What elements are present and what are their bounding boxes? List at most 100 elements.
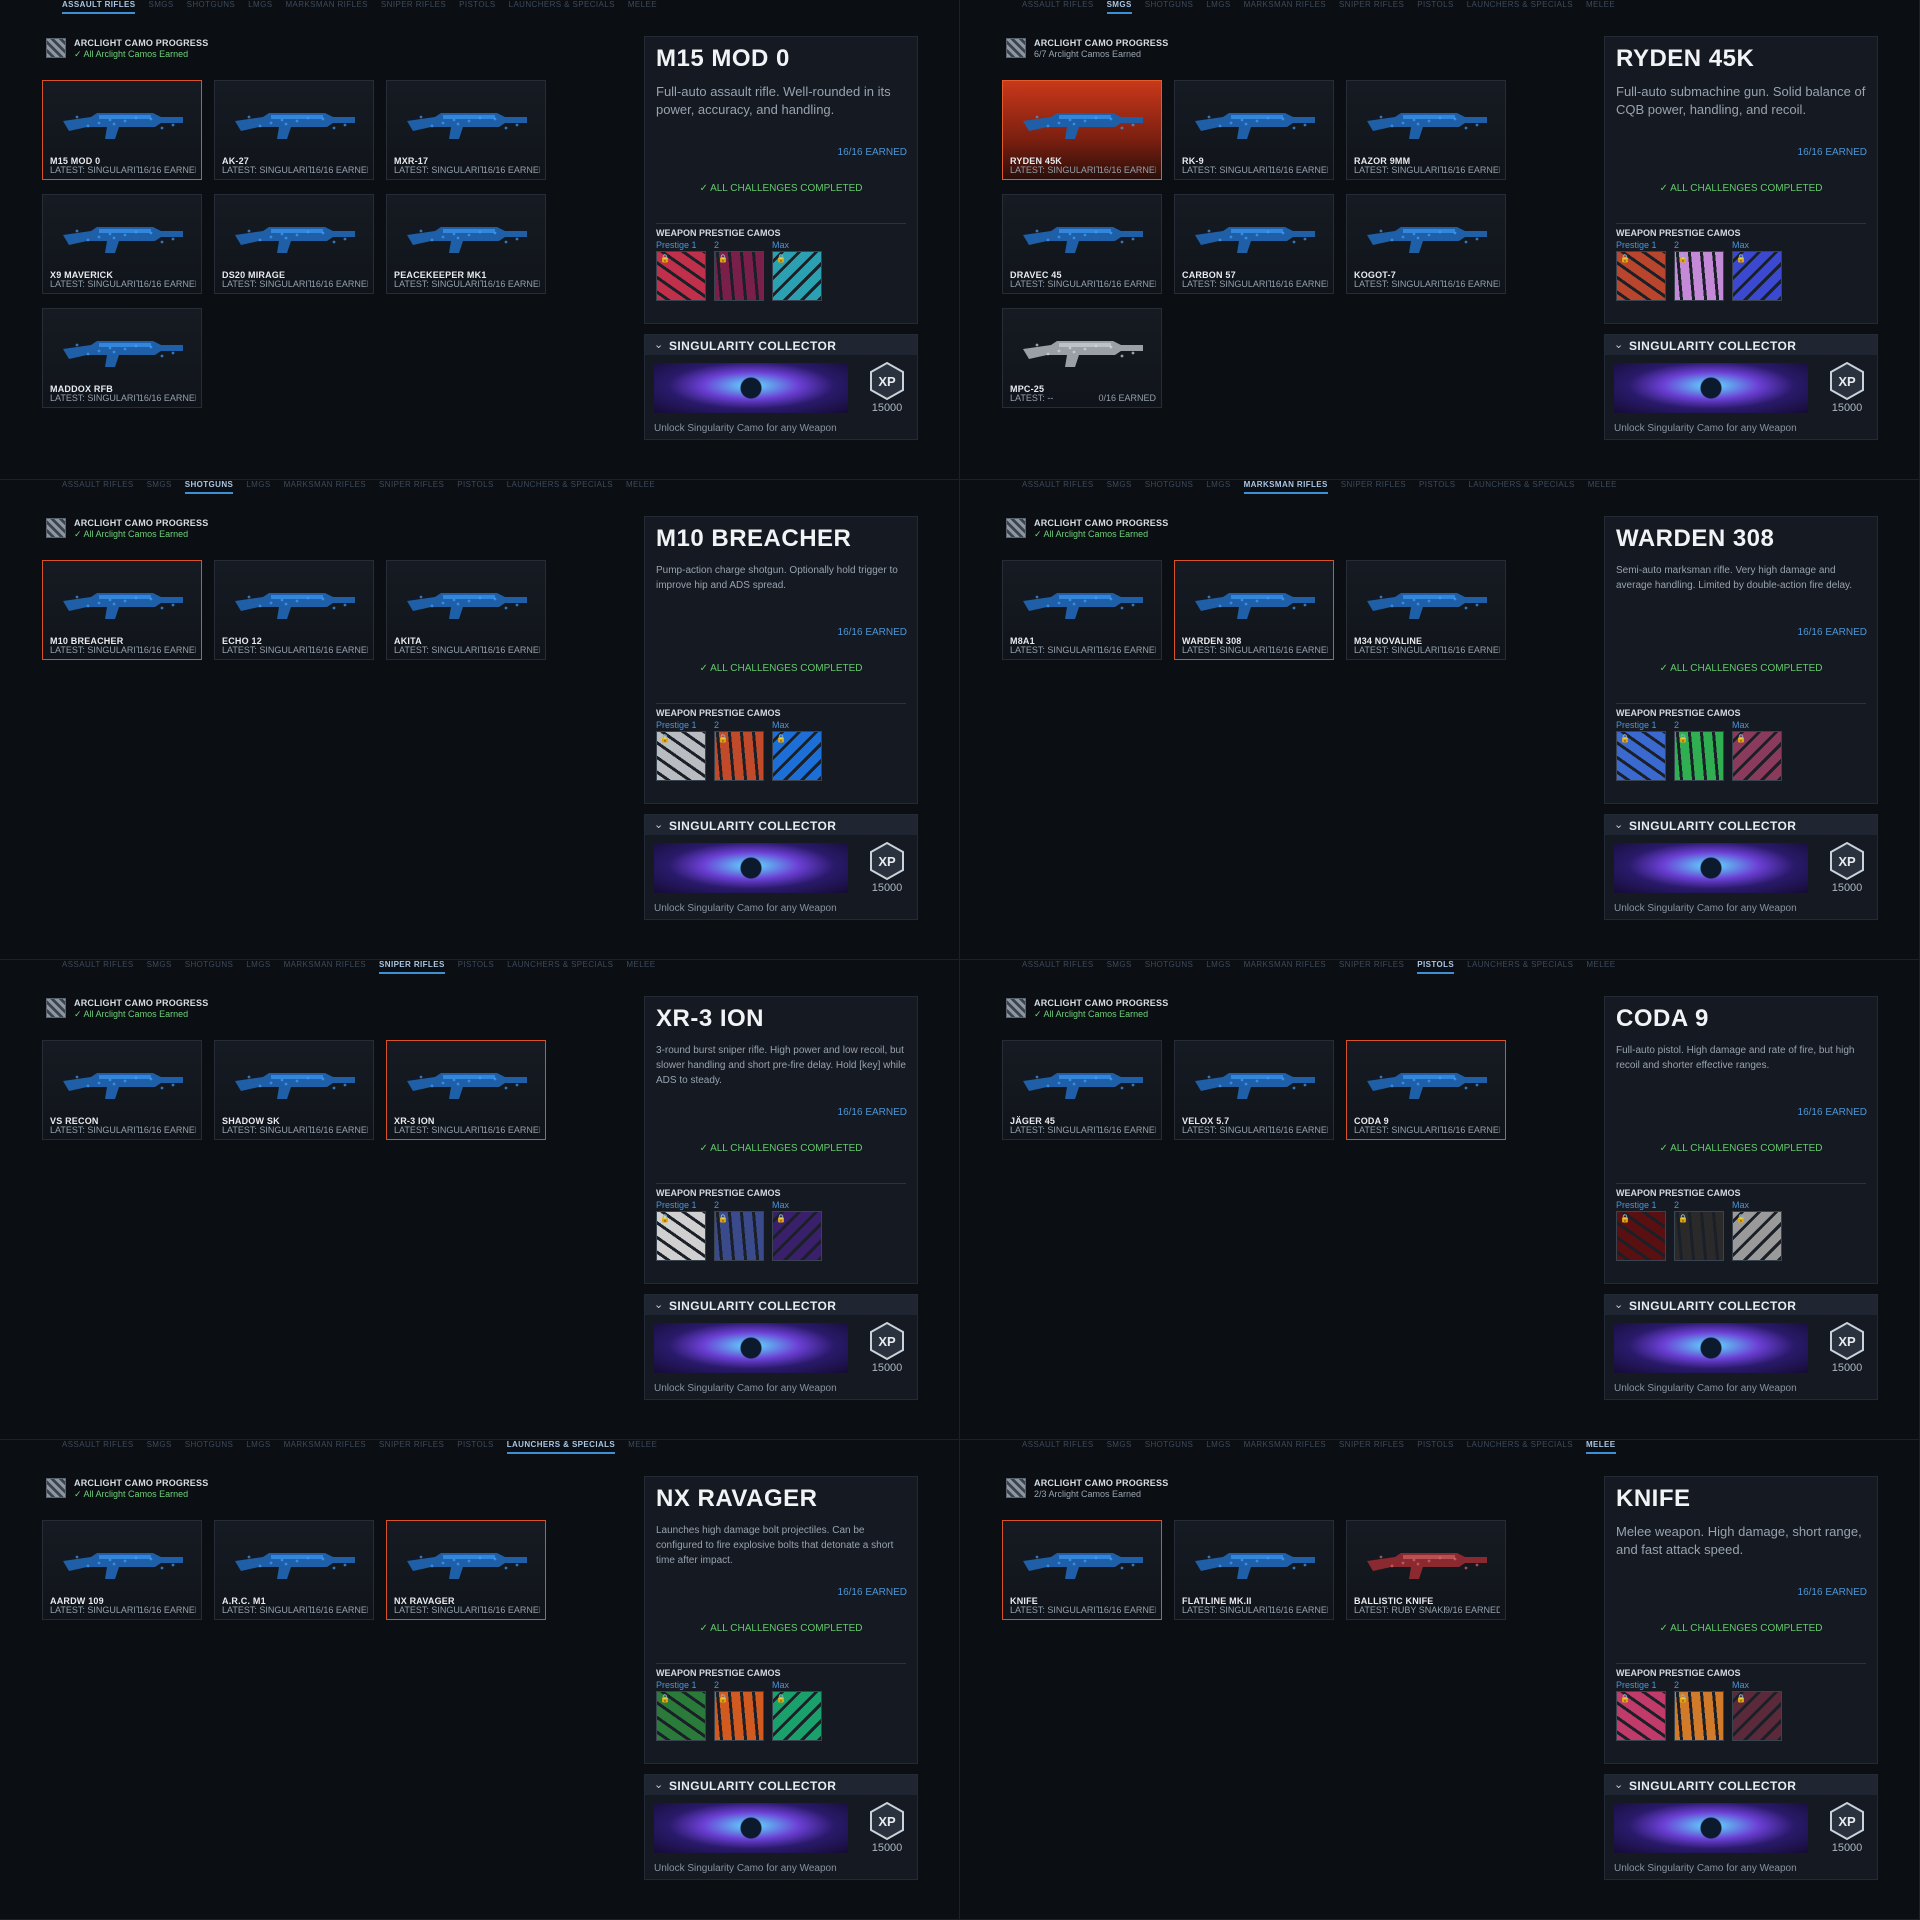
tab-lmgs[interactable]: LMGS: [246, 960, 270, 974]
tab-sniper-rifles[interactable]: SNIPER RIFLES: [1339, 0, 1404, 14]
prestige-camo-swatch[interactable]: 🔒: [772, 1691, 822, 1741]
weapon-card[interactable]: VS RECON LATEST: SINGULARITY 16/16 EARNED: [42, 1040, 202, 1140]
tab-melee[interactable]: MELEE: [628, 1440, 657, 1454]
tab-lmgs[interactable]: LMGS: [246, 1440, 270, 1454]
tab-shotguns[interactable]: SHOTGUNS: [187, 0, 236, 14]
tab-melee[interactable]: MELEE: [1588, 480, 1617, 494]
weapon-card[interactable]: M10 BREACHER LATEST: SINGULARITY 16/16 EAR…: [42, 560, 202, 660]
weapon-card[interactable]: CODA 9 LATEST: SINGULARITY 16/16 EARNED: [1346, 1040, 1506, 1140]
tab-marksman-rifles[interactable]: MARKSMAN RIFLES: [284, 1440, 366, 1454]
singularity-collector-card[interactable]: ⌄ SINGULARITY COLLECTOR XP 15000 Unlock Sing…: [1604, 334, 1878, 440]
tab-sniper-rifles[interactable]: SNIPER RIFLES: [1339, 960, 1404, 974]
weapon-card[interactable]: MXR-17 LATEST: SINGULARITY 16/16 EARNED: [386, 80, 546, 180]
weapon-card[interactable]: AKITA LATEST: SINGULARITY 16/16 EARNED: [386, 560, 546, 660]
prestige-camo-swatch[interactable]: 🔒: [1616, 251, 1666, 301]
weapon-card[interactable]: DRAVEC 45 LATEST: SINGULARITY 16/16 EARNED: [1002, 194, 1162, 294]
tab-marksman-rifles[interactable]: MARKSMAN RIFLES: [1243, 480, 1328, 494]
weapon-card[interactable]: X9 MAVERICK LATEST: SINGULARITY 16/16 EARN…: [42, 194, 202, 294]
tab-pistols[interactable]: PISTOLS: [458, 960, 494, 974]
singularity-collector-card[interactable]: ⌄ SINGULARITY COLLECTOR XP 15000 Unlock Sing…: [1604, 814, 1878, 920]
tab-assault-rifles[interactable]: ASSAULT RIFLES: [1022, 960, 1094, 974]
weapon-card[interactable]: ECHO 12 LATEST: SINGULARITY 16/16 EARNED: [214, 560, 374, 660]
prestige-camo-swatch[interactable]: 🔒: [656, 1691, 706, 1741]
weapon-card[interactable]: DS20 MIRAGE LATEST: SINGULARITY 16/16 EARN…: [214, 194, 374, 294]
tab-assault-rifles[interactable]: ASSAULT RIFLES: [1022, 480, 1094, 494]
tab-pistols[interactable]: PISTOLS: [457, 1440, 493, 1454]
weapon-card[interactable]: JÄGER 45 LATEST: SINGULARITY 16/16 EARNED: [1002, 1040, 1162, 1140]
tab-shotguns[interactable]: SHOTGUNS: [185, 960, 234, 974]
tab-launchers-specials[interactable]: LAUNCHERS & SPECIALS: [507, 960, 613, 974]
tab-assault-rifles[interactable]: ASSAULT RIFLES: [62, 480, 134, 494]
tab-launchers-specials[interactable]: LAUNCHERS & SPECIALS: [507, 480, 613, 494]
weapon-card[interactable]: NX RAVAGER LATEST: SINGULARITY 16/16 EARNE…: [386, 1520, 546, 1620]
weapon-card[interactable]: FLATLINE MK.II LATEST: SINGULARITY 16/16 E…: [1174, 1520, 1334, 1620]
singularity-collector-card[interactable]: ⌄ SINGULARITY COLLECTOR XP 15000 Unlock Sing…: [1604, 1294, 1878, 1400]
tab-melee[interactable]: MELEE: [628, 0, 657, 14]
weapon-card[interactable]: RK-9 LATEST: SINGULARITY 16/16 EARNED: [1174, 80, 1334, 180]
tab-launchers-specials[interactable]: LAUNCHERS & SPECIALS: [1467, 0, 1573, 14]
tab-pistols[interactable]: PISTOLS: [459, 0, 495, 14]
chevron-down-icon[interactable]: ⌄: [654, 338, 663, 351]
weapon-card[interactable]: RAZOR 9MM LATEST: SINGULARITY 16/16 EARNED: [1346, 80, 1506, 180]
weapon-card[interactable]: CARBON 57 LATEST: SINGULARITY 16/16 EARNED: [1174, 194, 1334, 294]
chevron-down-icon[interactable]: ⌄: [654, 1778, 663, 1791]
weapon-card[interactable]: RYDEN 45K LATEST: SINGULARITY 16/16 EARNED: [1002, 80, 1162, 180]
tab-lmgs[interactable]: LMGS: [1206, 960, 1230, 974]
tab-assault-rifles[interactable]: ASSAULT RIFLES: [1022, 0, 1094, 14]
prestige-camo-swatch[interactable]: 🔒: [656, 731, 706, 781]
prestige-camo-swatch[interactable]: 🔒: [772, 251, 822, 301]
tab-smgs[interactable]: SMGS: [147, 960, 172, 974]
chevron-down-icon[interactable]: ⌄: [654, 818, 663, 831]
tab-melee[interactable]: MELEE: [626, 480, 655, 494]
tab-melee[interactable]: MELEE: [1585, 1440, 1616, 1454]
singularity-collector-card[interactable]: ⌄ SINGULARITY COLLECTOR XP 15000 Unlock Sing…: [1604, 1774, 1878, 1880]
tab-launchers-specials[interactable]: LAUNCHERS & SPECIALS: [506, 1440, 616, 1454]
tab-marksman-rifles[interactable]: MARKSMAN RIFLES: [1244, 960, 1326, 974]
singularity-collector-card[interactable]: ⌄ SINGULARITY COLLECTOR XP 15000 Unlock Sing…: [644, 1774, 918, 1880]
weapon-card[interactable]: PEACEKEEPER MK1 LATEST: SINGULARITY 16/16 …: [386, 194, 546, 294]
singularity-collector-card[interactable]: ⌄ SINGULARITY COLLECTOR XP 15000 Unlock Sing…: [644, 334, 918, 440]
tab-pistols[interactable]: PISTOLS: [1419, 480, 1455, 494]
chevron-down-icon[interactable]: ⌄: [1614, 818, 1623, 831]
weapon-card[interactable]: SHADOW SK LATEST: SINGULARITY 16/16 EARNED: [214, 1040, 374, 1140]
prestige-camo-swatch[interactable]: 🔒: [1674, 251, 1724, 301]
tab-launchers-specials[interactable]: LAUNCHERS & SPECIALS: [1467, 960, 1573, 974]
weapon-card[interactable]: BALLISTIC KNIFE LATEST: RUBY SNAKE 9/16 EA…: [1346, 1520, 1506, 1620]
weapon-card[interactable]: VELOX 5.7 LATEST: SINGULARITY 16/16 EARNED: [1174, 1040, 1334, 1140]
tab-sniper-rifles[interactable]: SNIPER RIFLES: [379, 1440, 444, 1454]
tab-assault-rifles[interactable]: ASSAULT RIFLES: [62, 1440, 134, 1454]
tab-pistols[interactable]: PISTOLS: [1417, 0, 1453, 14]
prestige-camo-swatch[interactable]: 🔒: [1616, 1211, 1666, 1261]
tab-marksman-rifles[interactable]: MARKSMAN RIFLES: [1244, 0, 1326, 14]
prestige-camo-swatch[interactable]: 🔒: [714, 1211, 764, 1261]
tab-lmgs[interactable]: LMGS: [1206, 0, 1230, 14]
prestige-camo-swatch[interactable]: 🔒: [1732, 731, 1782, 781]
weapon-card[interactable]: M15 MOD 0 LATEST: SINGULARITY 16/16 EARNED: [42, 80, 202, 180]
tab-pistols[interactable]: PISTOLS: [1417, 1440, 1453, 1454]
chevron-down-icon[interactable]: ⌄: [1614, 1778, 1623, 1791]
tab-sniper-rifles[interactable]: SNIPER RIFLES: [381, 0, 446, 14]
prestige-camo-swatch[interactable]: 🔒: [1732, 1211, 1782, 1261]
weapon-card[interactable]: MADDOX RFB LATEST: SINGULARITY 16/16 EARNE…: [42, 308, 202, 408]
tab-smgs[interactable]: SMGS: [147, 1440, 172, 1454]
tab-lmgs[interactable]: LMGS: [1206, 1440, 1230, 1454]
prestige-camo-swatch[interactable]: 🔒: [1616, 1691, 1666, 1741]
chevron-down-icon[interactable]: ⌄: [1614, 1298, 1623, 1311]
tab-pistols[interactable]: PISTOLS: [457, 480, 493, 494]
tab-launchers-specials[interactable]: LAUNCHERS & SPECIALS: [1468, 480, 1574, 494]
tab-lmgs[interactable]: LMGS: [1206, 480, 1230, 494]
tab-smgs[interactable]: SMGS: [148, 0, 173, 14]
tab-shotguns[interactable]: SHOTGUNS: [1145, 480, 1194, 494]
chevron-down-icon[interactable]: ⌄: [654, 1298, 663, 1311]
tab-melee[interactable]: MELEE: [1586, 960, 1615, 974]
weapon-card[interactable]: KNIFE LATEST: SINGULARITY 16/16 EARNED: [1002, 1520, 1162, 1620]
tab-assault-rifles[interactable]: ASSAULT RIFLES: [62, 0, 136, 14]
weapon-card[interactable]: WARDEN 308 LATEST: SINGULARITY 16/16 EARNE…: [1174, 560, 1334, 660]
prestige-camo-swatch[interactable]: 🔒: [772, 1211, 822, 1261]
tab-pistols[interactable]: PISTOLS: [1417, 960, 1455, 974]
prestige-camo-swatch[interactable]: 🔒: [1674, 1691, 1724, 1741]
tab-marksman-rifles[interactable]: MARKSMAN RIFLES: [284, 480, 366, 494]
weapon-card[interactable]: KOGOT-7 LATEST: SINGULARITY 16/16 EARNED: [1346, 194, 1506, 294]
tab-sniper-rifles[interactable]: SNIPER RIFLES: [379, 480, 444, 494]
singularity-collector-card[interactable]: ⌄ SINGULARITY COLLECTOR XP 15000 Unlock Sing…: [644, 1294, 918, 1400]
